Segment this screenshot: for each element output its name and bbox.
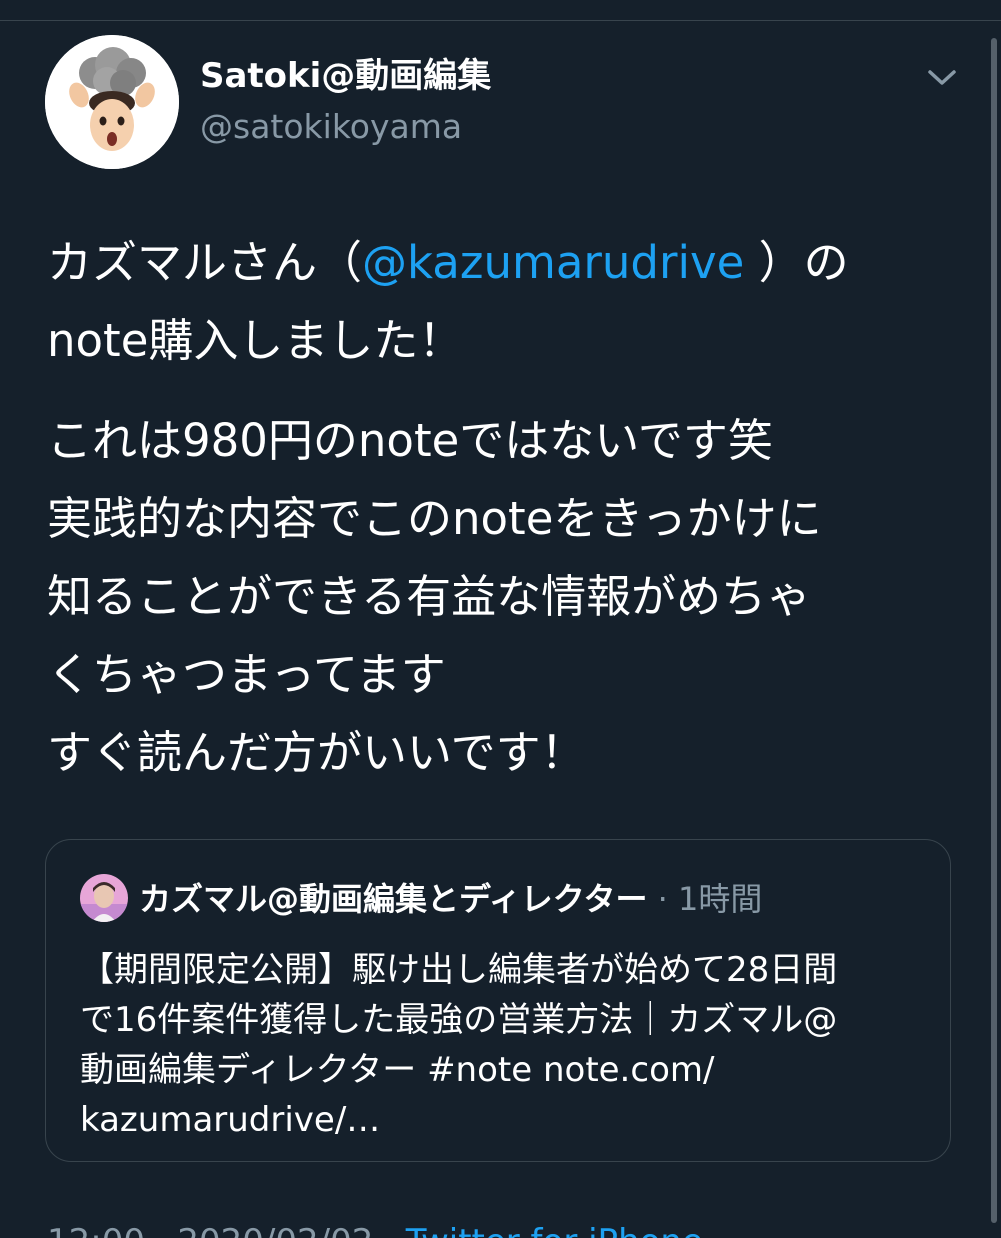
user-avatar-icon — [80, 874, 128, 922]
tweet-detail-screen: Satoki@動画編集 @satokikoyama カズマルさん（@kazuma… — [0, 0, 1001, 1238]
memoji-avatar-icon — [45, 35, 179, 169]
tweet-meta-row: 12:00 · 2020/02/02 · Twitter for iPhone — [47, 1222, 703, 1238]
top-divider — [0, 20, 1001, 21]
quoted-text-line: 動画編集ディレクター #note note.com/ — [80, 1050, 715, 1090]
more-options-button[interactable] — [920, 58, 964, 98]
quoted-tweet-card[interactable]: カズマル@動画編集とディレクター · 1時間 【期間限定公開】駆け出し編集者が始… — [45, 839, 951, 1162]
mention-link[interactable]: @kazumarudrive — [362, 236, 744, 289]
author-display-name[interactable]: Satoki@動画編集 — [200, 56, 491, 96]
quoted-header-separator: · — [647, 880, 678, 918]
tweet-timestamp: 12:00 · 2020/02/02 · — [47, 1222, 406, 1238]
quoted-tweet-header: カズマル@動画編集とディレクター · 1時間 — [139, 877, 762, 921]
scrollbar[interactable] — [991, 38, 997, 1223]
tweet-text-line: 実践的な内容でこのnoteをきっかけに — [47, 492, 822, 545]
quoted-text-line: で16件案件獲得した最強の営業方法｜カズマル@ — [80, 1000, 838, 1040]
quoted-tweet-time[interactable]: 1時間 — [678, 880, 762, 918]
tweet-text-line: これは980円のnoteではないです笑 — [47, 414, 773, 467]
quoted-author-avatar[interactable] — [80, 874, 128, 922]
tweet-text-segment: カズマルさん（ — [47, 236, 363, 289]
tweet-text-line: すぐ読んだ方がいいです！ — [47, 726, 586, 779]
tweet-text-line: くちゃつまってます — [47, 648, 446, 701]
tweet-text-segment: ）の — [744, 236, 849, 289]
author-username[interactable]: @satokikoyama — [200, 107, 462, 147]
tweet-text-paragraph-2: これは980円のnoteではないです笑 実践的な内容でこのnoteをきっかけに … — [47, 402, 967, 792]
quoted-author-name[interactable]: カズマル@動画編集とディレクター — [139, 880, 647, 918]
tweet-text-line: note購入しました！ — [47, 314, 464, 367]
author-avatar[interactable] — [45, 35, 179, 169]
quoted-text-line: 【期間限定公開】駆け出し編集者が始めて28日間 — [80, 950, 838, 990]
tweet-text-paragraph-1: カズマルさん（@kazumarudrive ）の note購入しました！ — [47, 224, 967, 380]
tweet-text-line: カズマルさん（@kazumarudrive ）の — [47, 224, 967, 302]
tweet-source-link[interactable]: Twitter for iPhone — [406, 1222, 703, 1238]
tweet-text-line: 知ることができる有益な情報がめちゃ — [47, 570, 812, 623]
quoted-text-line: kazumarudrive/… — [80, 1100, 381, 1140]
chevron-down-icon — [928, 70, 956, 85]
quoted-tweet-text: 【期間限定公開】駆け出し編集者が始めて28日間 で16件案件獲得した最強の営業方… — [80, 945, 920, 1145]
